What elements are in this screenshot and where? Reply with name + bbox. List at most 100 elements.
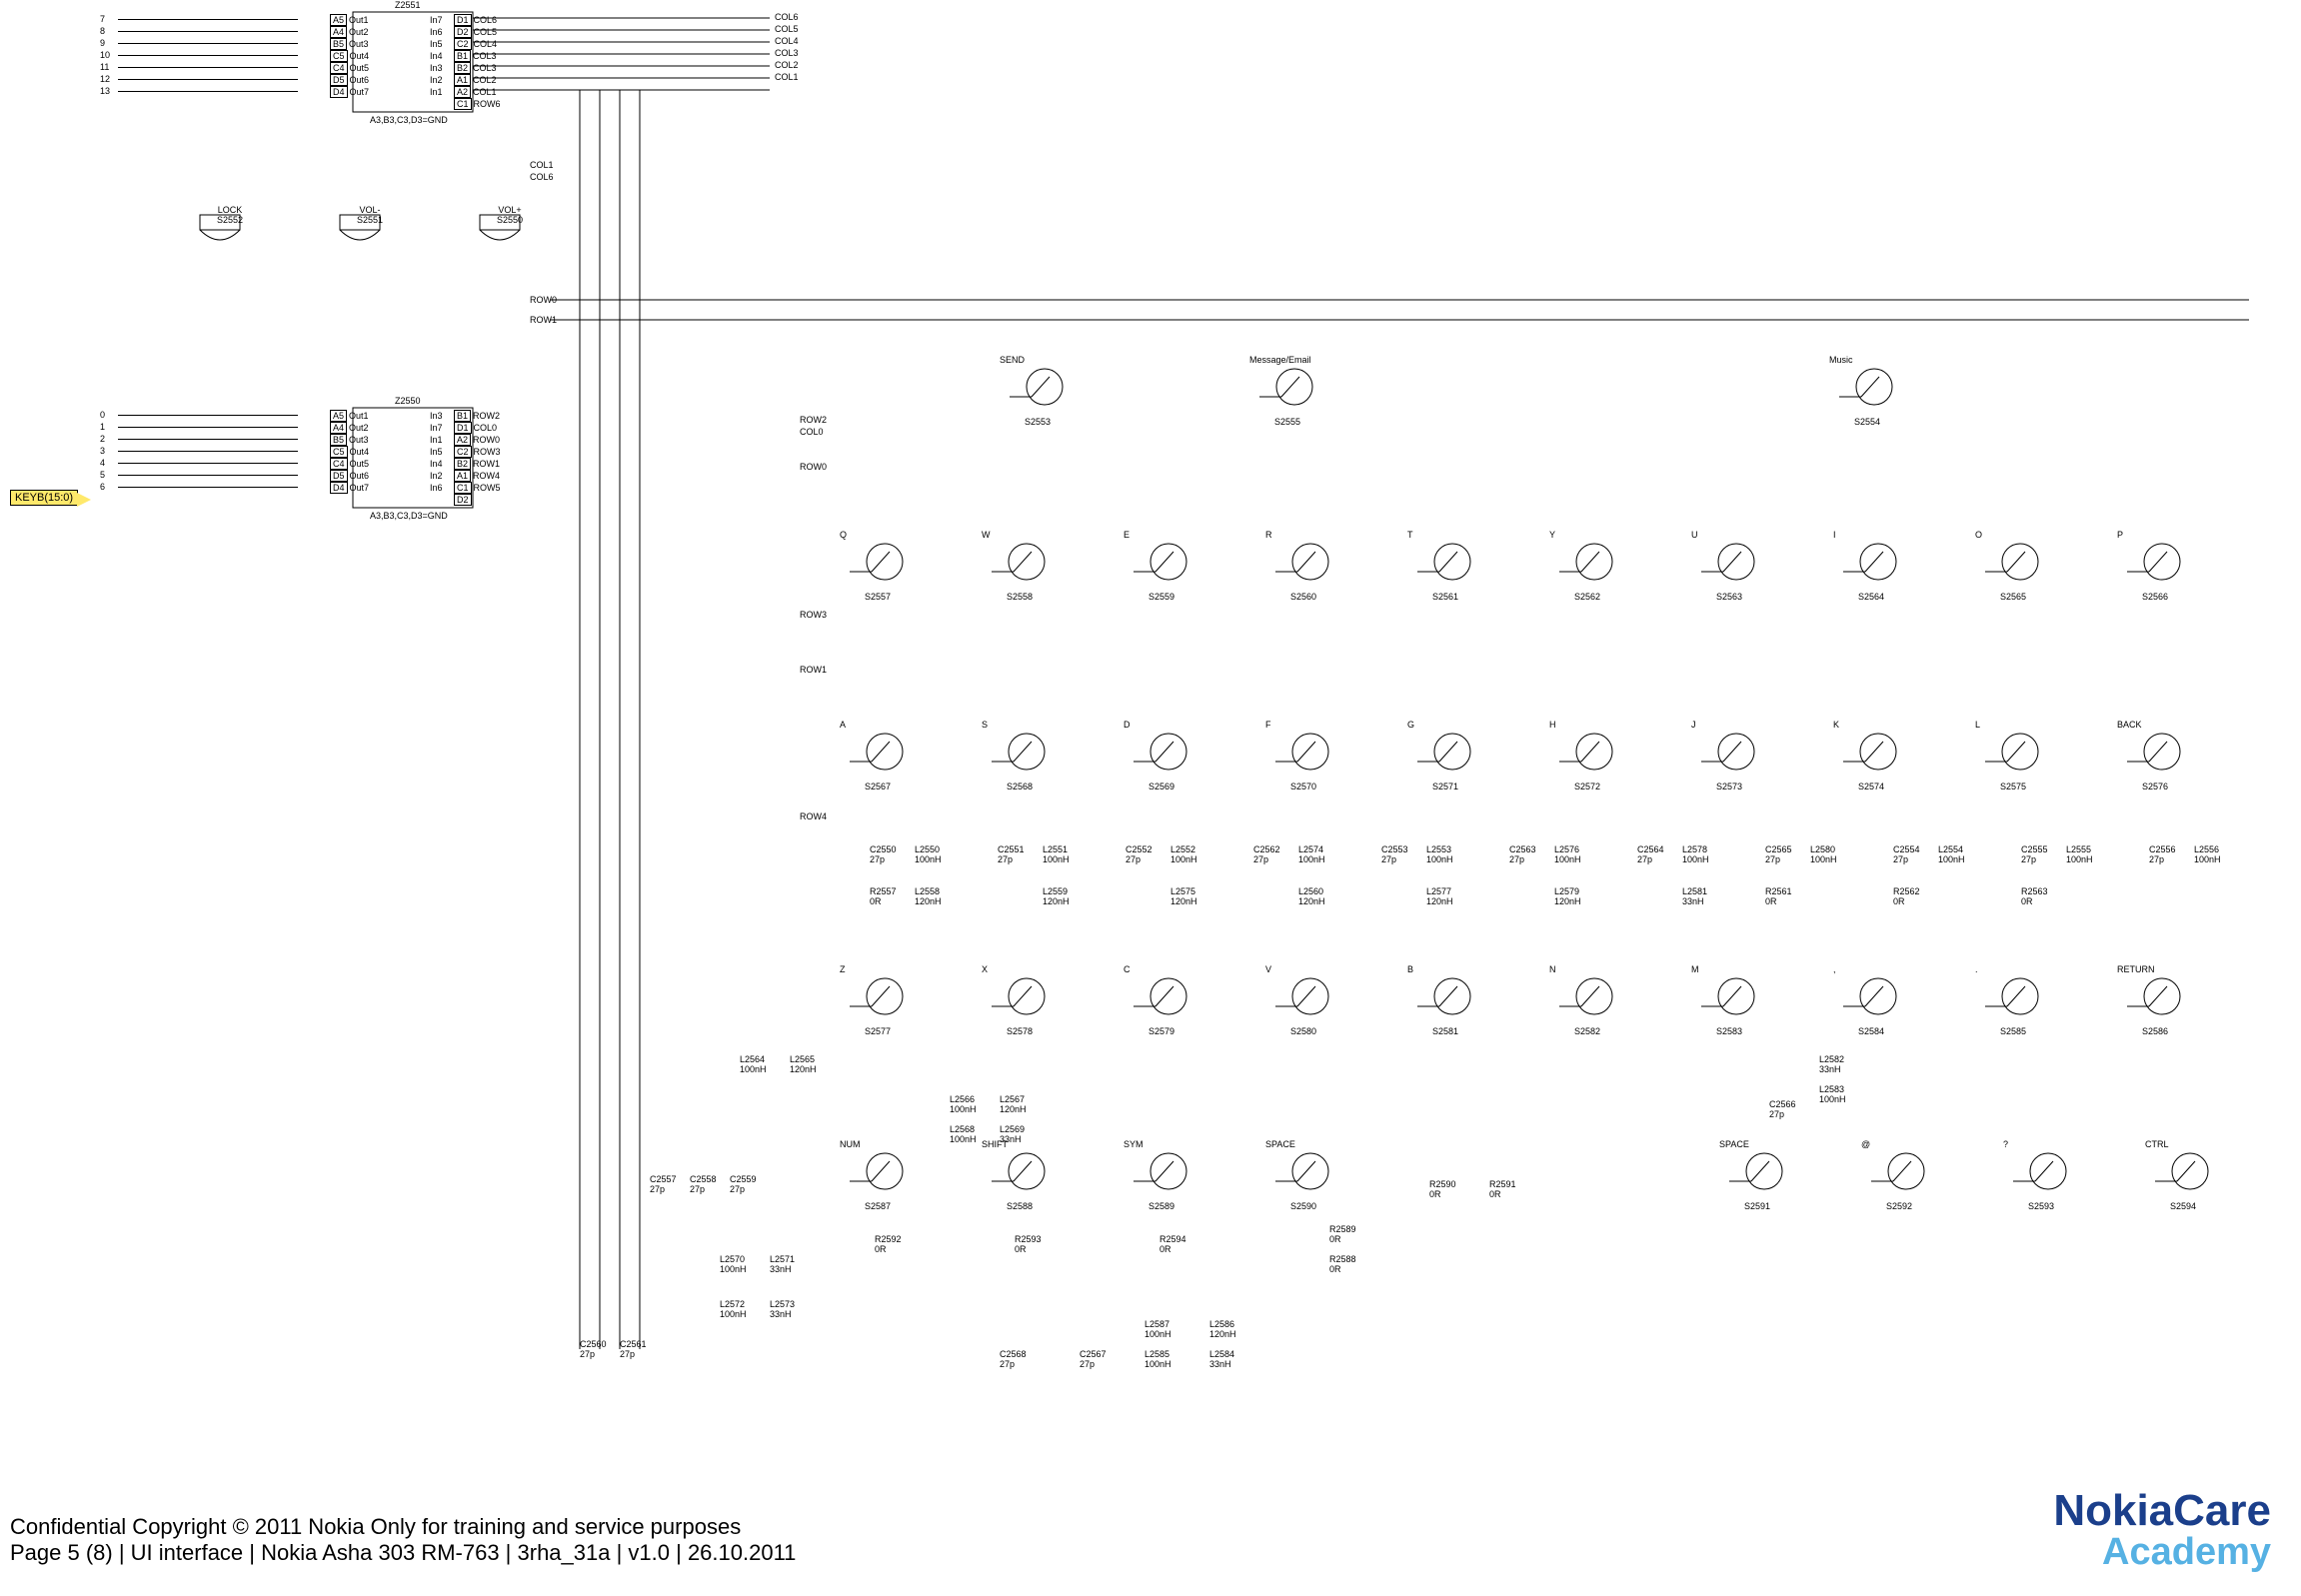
comp-r2589: R25890R (1329, 1224, 1356, 1244)
bus-index: 6 (100, 482, 300, 494)
key-ref: S2553 (1025, 417, 1051, 427)
dome-switch-icon (2127, 732, 2187, 782)
key-S2558: WS2558 (982, 530, 1114, 620)
key-ref: S2560 (1290, 592, 1316, 602)
bus-index: 10 (100, 50, 300, 62)
key-ref: S2590 (1290, 1201, 1316, 1211)
key-S2564: IS2564 (1833, 530, 1965, 620)
ind2-ref: L2579120nH (1554, 886, 1581, 906)
schematic-page: Z2551 A3,B3,C3,D3=GND A5Out1A4Out2B5Out3… (0, 0, 2301, 1596)
chip-pin: In7D1COL6 (430, 14, 501, 26)
key-label: . (1975, 964, 1978, 974)
key-label: BACK (2117, 720, 2142, 730)
key-ref: S2572 (1574, 782, 1600, 792)
ind1-ref: L2554100nH (1938, 844, 1965, 864)
ind1-ref: L2552100nH (1170, 844, 1197, 864)
key-S2585: . S2585 (1975, 964, 2107, 1054)
comp-l2585: L2585100nH (1145, 1349, 1171, 1369)
key-S2554: MusicS2554 (1829, 355, 2069, 445)
key-row-z: ZS2577XS2578CS2579VS2580BS2581NS2582MS25… (840, 964, 2239, 1054)
nokia-care-logo: NokiaCare Academy (2053, 1489, 2271, 1571)
key-label: V (1265, 964, 1271, 974)
dome-switch-icon (1417, 542, 1477, 592)
dome-switch-icon (2127, 976, 2187, 1026)
chip-pin: In7D1COL0 (430, 422, 501, 434)
key-ref: S2594 (2170, 1201, 2196, 1211)
key-row-functions: SENDS2553Message/EmailS2555MusicS2554 (1000, 355, 2099, 445)
chip-z2551-name: Z2551 (395, 0, 421, 10)
key-ref: S2562 (1574, 592, 1600, 602)
key-S2561: TS2561 (1407, 530, 1539, 620)
chip-pin: In3B2COL3 (430, 62, 501, 74)
key-label: ? (2003, 1139, 2008, 1149)
dome-switch-icon (1275, 732, 1335, 782)
chip-pin: In4B2ROW1 (430, 458, 501, 470)
key-label: Music (1829, 355, 1853, 365)
key-ref: S2591 (1744, 1201, 1770, 1211)
key-ref: S2575 (2000, 782, 2026, 792)
key-label: T (1407, 530, 1413, 540)
chip-pin: A4Out2 (330, 26, 369, 38)
key-label: SPACE (1265, 1139, 1295, 1149)
comp-l2587: L2587100nH (1145, 1319, 1171, 1339)
dome-switch-icon (1259, 367, 1319, 417)
dome-switch-icon (1134, 732, 1193, 782)
key-ref: S2564 (1858, 592, 1884, 602)
key-label: J (1691, 720, 1696, 730)
footer-copyright: Confidential Copyright © 2011 Nokia Only… (10, 1514, 796, 1540)
bus-index: 2 (100, 434, 300, 446)
dome-switch-icon (1010, 367, 1070, 417)
key-ref: S2585 (2000, 1026, 2026, 1036)
dome-switch-icon (1559, 976, 1619, 1026)
key-S2567: AS2567 (840, 720, 972, 809)
cap-ref: C255227p (1126, 844, 1152, 864)
key-S2575: LS2575 (1975, 720, 2107, 809)
chip-z2550-name: Z2550 (395, 396, 421, 406)
key-S2592: @S2592 (1861, 1139, 1993, 1229)
key-S2577: ZS2577 (840, 964, 972, 1054)
chip-pin: D5Out6 (330, 74, 369, 86)
bus-index: 5 (100, 470, 300, 482)
ind1-ref: L2574100nH (1298, 844, 1325, 864)
key-S2582: NS2582 (1549, 964, 1681, 1054)
net-col2: COL2 (775, 60, 799, 70)
key-ref: S2574 (1858, 782, 1884, 792)
key-label: , (1833, 964, 1836, 974)
key-S2583: MS2583 (1691, 964, 1823, 1054)
chip-pin: C4Out5 (330, 458, 369, 470)
key-ref: S2578 (1007, 1026, 1033, 1036)
net-col0-label: COL0 (800, 427, 824, 437)
key-ref: S2555 (1274, 417, 1300, 427)
dome-switch-icon (2013, 1151, 2073, 1201)
net-row0-label: ROW0 (530, 295, 557, 305)
net-row1-label: ROW1 (530, 315, 557, 325)
comp-l2584: L258433nH (1209, 1349, 1234, 1369)
ind2-ref: L2560120nH (1298, 886, 1325, 906)
key-S2571: GS2571 (1407, 720, 1539, 809)
logo-care: Care (2173, 1486, 2271, 1535)
key-ref: S2570 (1290, 782, 1316, 792)
chip-pin: In1A2ROW0 (430, 434, 501, 446)
dome-switch-icon (1559, 732, 1619, 782)
comp-c2567: C256727p (1080, 1349, 1107, 1369)
cap-ref: C256527p (1765, 844, 1792, 864)
net-col1-label: COL1 (530, 160, 554, 170)
key-S2586: RETURNS2586 (2117, 964, 2249, 1054)
ind1-ref: L2551100nH (1043, 844, 1070, 864)
net-col6-label: COL6 (530, 172, 554, 182)
ind1-ref: L2578100nH (1682, 844, 1709, 864)
comp-l2572: L2572100nH (720, 1299, 747, 1319)
dome-switch-icon (1839, 367, 1899, 417)
dome-switch-icon (850, 1151, 910, 1201)
net-col5: COL5 (775, 24, 799, 34)
key-ref: S2587 (865, 1201, 891, 1211)
volume-lock-keys: LOCKS2552VOL-S2551VOL+S2550 (190, 205, 570, 295)
chip-z2551-right-pins: In7D1COL6In6D2COL5In5C2COL4In4B1COL3In3B… (430, 14, 501, 110)
comp-l2582: L258233nH (1819, 1054, 1844, 1074)
key-label: H (1549, 720, 1556, 730)
key-ref: S2565 (2000, 592, 2026, 602)
key-S2559: ES2559 (1124, 530, 1255, 620)
comp-l2567: L2567120nH (1000, 1094, 1027, 1114)
key-ref: S2558 (1007, 592, 1033, 602)
comp-c2561: C256127p (620, 1339, 647, 1359)
